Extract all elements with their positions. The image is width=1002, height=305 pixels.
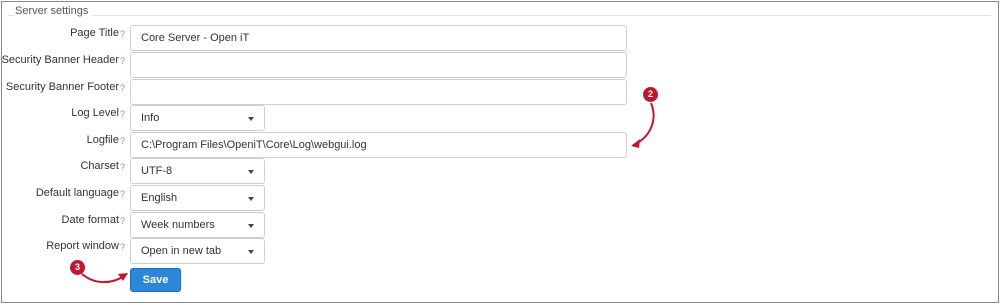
callout-arrow-3 xyxy=(81,273,128,284)
